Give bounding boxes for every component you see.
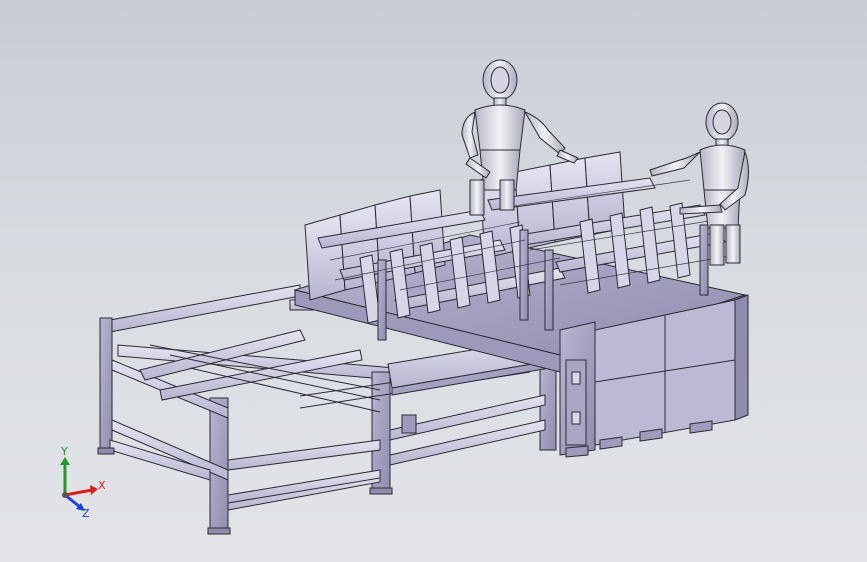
orientation-triad[interactable]: Y X Z xyxy=(50,445,110,520)
z-axis-label: Z xyxy=(82,507,90,520)
x-axis-arrow xyxy=(64,485,98,497)
y-axis-arrow xyxy=(60,457,70,495)
cad-viewport[interactable]: Y X Z xyxy=(0,0,867,562)
x-axis-label: X xyxy=(98,479,106,492)
y-axis-label: Y xyxy=(60,445,68,458)
assembly-model[interactable] xyxy=(0,0,867,562)
